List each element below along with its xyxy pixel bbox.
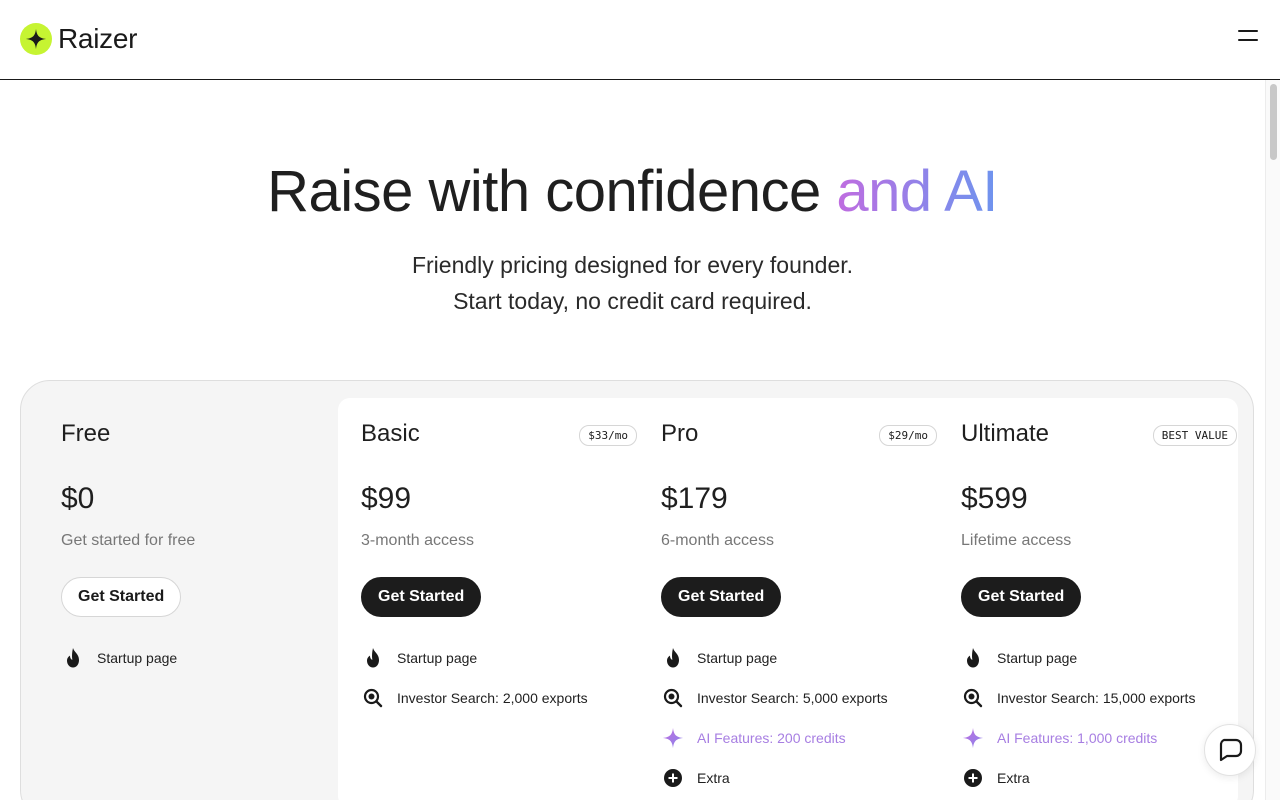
feature-item: Extra [661,758,961,798]
feature-label: Investor Search: 2,000 exports [397,690,588,706]
sparkle-icon [20,23,52,55]
hero-title-main: Raise with confidence [267,159,837,224]
search-icon [361,686,385,710]
brand-name: Raizer [58,23,138,54]
flame-icon [661,646,685,670]
plan-description: Lifetime access [961,532,1072,549]
hero-subtitle-line-1: Friendly pricing designed for every foun… [411,252,854,278]
brand-logo[interactable]: Raizer [20,23,137,55]
feature-item: Startup page [361,638,661,678]
hero-subtitle-line-2: Start today, no credit card required. [453,288,812,314]
flame-icon [61,646,85,670]
hero-title-accent: and AI [836,159,998,224]
feature-label: Investor Search: 15,000 exports [997,690,1196,706]
plus-circle-icon [661,766,685,790]
feature-label: Startup page [697,650,778,666]
feature-item-ai: AI Features: 200 credits [661,718,961,758]
plan-name: Ultimate [961,420,1050,447]
plan-description: Get started for free [61,532,196,549]
page-scrollbar[interactable] [1265,80,1280,800]
feature-label: Investor Search: 5,000 exports [697,690,888,706]
plan-price: $599 [961,482,1028,515]
feature-item: Investor Search: 5,000 exports [661,678,961,718]
feature-list: Startup page Investor Search: 15,000 exp… [961,638,1261,798]
hero-title: Raise with confidence and AI [0,158,1265,225]
plan-description: 6-month access [661,532,774,549]
site-header: Raizer [0,0,1280,80]
feature-label: Startup page [397,650,478,666]
plan-name: Basic [361,420,420,447]
feature-list: Startup page Investor Search: 5,000 expo… [661,638,961,798]
flame-icon [361,646,385,670]
feature-list: Startup page Investor Search: 2,000 expo… [361,638,661,718]
scrollbar-thumb[interactable] [1270,84,1277,160]
flame-icon [961,646,985,670]
best-value-badge: BEST VALUE [1152,425,1237,446]
sparkle-icon [961,726,985,750]
feature-list: Startup page [61,638,361,678]
get-started-button-free[interactable]: Get Started [61,577,182,617]
feature-label: Startup page [997,650,1078,666]
plan-name: Free [61,420,111,447]
plan-name: Pro [661,420,699,447]
plan-price: $99 [361,482,412,515]
feature-label: Extra [997,770,1030,786]
plan-description: 3-month access [361,532,474,549]
price-per-month-badge: $33/mo [579,425,637,446]
search-icon [661,686,685,710]
feature-label: AI Features: 1,000 credits [997,730,1158,746]
get-started-button-pro[interactable]: Get Started [661,577,782,617]
feature-item: Startup page [61,638,361,678]
feature-item: Investor Search: 2,000 exports [361,678,661,718]
feature-label: Startup page [97,650,178,666]
feature-label: Extra [697,770,730,786]
get-started-button-basic[interactable]: Get Started [361,577,482,617]
feature-item: Investor Search: 15,000 exports [961,678,1261,718]
get-started-button-ultimate[interactable]: Get Started [961,577,1082,617]
sparkle-icon [661,726,685,750]
plan-price: $179 [661,482,728,515]
hero-subtitle: Friendly pricing designed for every foun… [0,247,1265,319]
feature-item: Startup page [961,638,1261,678]
chat-bubble-icon[interactable] [1204,724,1256,776]
plan-price: $0 [61,482,95,515]
hamburger-menu-icon[interactable] [1238,30,1258,48]
plus-circle-icon [961,766,985,790]
feature-label: AI Features: 200 credits [697,730,846,746]
price-per-month-badge: $29/mo [879,425,937,446]
feature-item: Startup page [661,638,961,678]
search-icon [961,686,985,710]
